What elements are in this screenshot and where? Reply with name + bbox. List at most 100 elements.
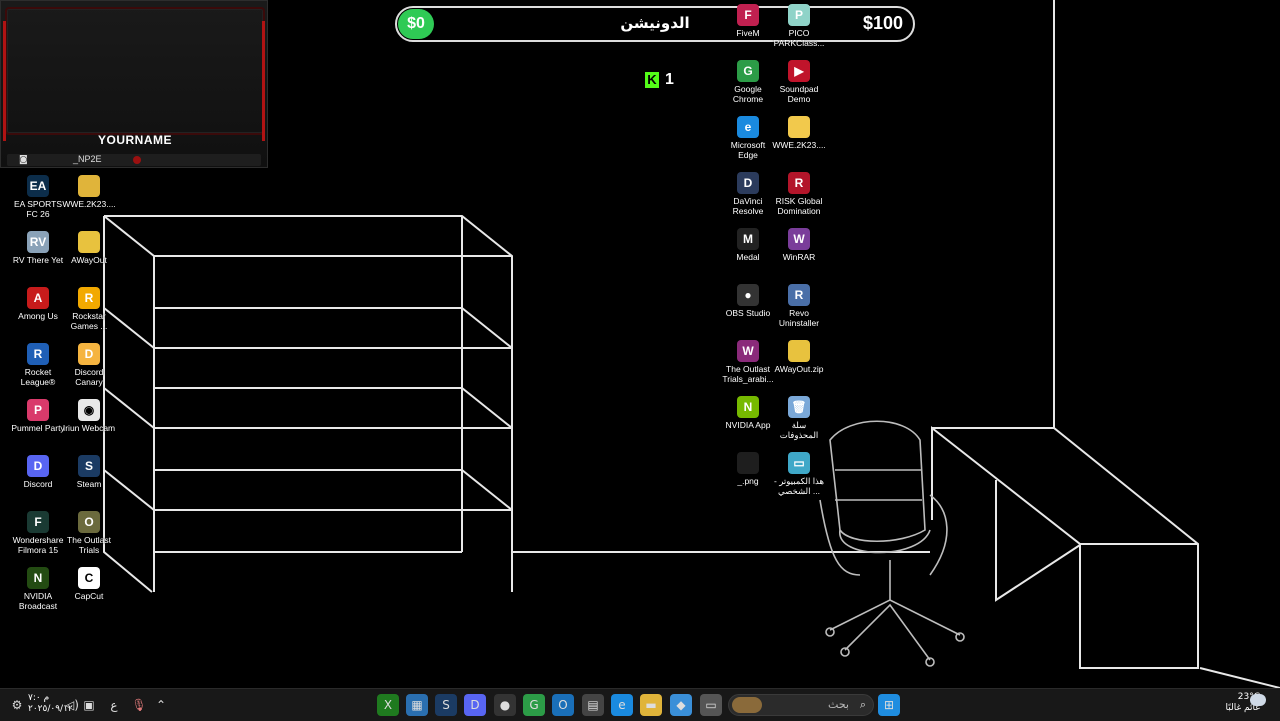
desktop-icon[interactable]: WWE.2K23.... [62, 175, 116, 209]
language-indicator[interactable]: ع [108, 695, 120, 715]
desktop-icon[interactable]: S Steam [62, 455, 116, 489]
kick-viewer-count: K1 [645, 71, 674, 89]
desktop-icon[interactable]: R Rockstar Games ... [62, 287, 116, 331]
taskbar-file-explorer-icon[interactable]: ▬ [640, 694, 662, 716]
taskbar-obs-icon[interactable]: ● [494, 694, 516, 716]
taskbar-copilot-icon[interactable]: ◆ [670, 694, 692, 716]
youtube-dot-icon [133, 156, 141, 164]
taskbar-outlook-icon[interactable]: O [552, 694, 574, 716]
desktop-icon[interactable]: AWayOut.zip [772, 340, 826, 374]
desktop-icon[interactable]: ▶ Soundpad Demo [772, 60, 826, 104]
microphone-icon[interactable]: 🎙 [131, 695, 146, 715]
app-icon: ● [737, 284, 759, 306]
app-icon: N [737, 396, 759, 418]
taskbar-xbox-icon[interactable]: X [377, 694, 399, 716]
stream-overlay: YOURNAME ◙ _NP2E [0, 0, 268, 168]
desktop-icon[interactable]: G Google Chrome [721, 60, 775, 104]
donation-goal: $100 [862, 13, 903, 33]
desktop-icon-label: RV There Yet [12, 255, 64, 265]
desktop-icon-label: EA SPORTS FC 26 [13, 199, 63, 219]
app-icon: EA [27, 175, 49, 197]
desktop-icon[interactable]: N NVIDIA App [721, 396, 775, 430]
desktop-icon-label: Pummel Party [11, 423, 65, 433]
desktop-icon[interactable]: C CapCut [62, 567, 116, 601]
app-icon: O [78, 511, 100, 533]
desktop-icon[interactable]: R Revo Uninstaller [772, 284, 826, 328]
desktop-icon-label: سلة المحذوفات [779, 420, 819, 440]
desktop-icon[interactable]: W WinRAR [772, 228, 826, 262]
donation-title: الدونيشن [620, 14, 690, 32]
desktop-icon[interactable]: N NVIDIA Broadcast [11, 567, 65, 611]
taskbar-edge-icon[interactable]: e [611, 694, 633, 716]
app-icon: ▶ [788, 60, 810, 82]
taskbar-task-view-icon[interactable]: ▭ [700, 694, 722, 716]
taskbar-photos-icon[interactable]: ▦ [406, 694, 428, 716]
taskbar-chrome-icon[interactable]: G [523, 694, 545, 716]
desktop-icon[interactable]: D Discord Canary [62, 343, 116, 387]
app-icon: D [27, 455, 49, 477]
desktop-icon-label: NVIDIA Broadcast [18, 591, 58, 611]
app-icon: R [27, 343, 49, 365]
desktop-icon[interactable]: _.png [721, 452, 775, 486]
desktop-icon[interactable]: F FiveM [721, 4, 775, 38]
desktop-icon-label: Google Chrome [732, 84, 764, 104]
network-icon[interactable]: ▣ [82, 695, 96, 715]
app-icon: ◉ [78, 399, 100, 421]
taskbar-store-icon[interactable]: ▤ [582, 694, 604, 716]
desktop-icon[interactable]: A Among Us [11, 287, 65, 321]
search-placeholder: بحث [828, 698, 849, 711]
kick-count: 1 [665, 71, 674, 88]
desktop-icon-label: Discord [23, 479, 53, 489]
app-icon: 🗑 [788, 396, 810, 418]
desktop-icon[interactable]: M Medal [721, 228, 775, 262]
desktop-icon[interactable]: ● OBS Studio [721, 284, 775, 318]
app-icon: S [78, 455, 100, 477]
desktop-icon[interactable]: P PICO PARKClass... [772, 4, 826, 48]
desktop-icon-label: WWE.2K23.... [772, 140, 826, 150]
app-icon: P [788, 4, 810, 26]
settings-gear-icon[interactable]: ⚙ [10, 695, 24, 715]
desktop-icon[interactable]: RV RV There Yet [11, 231, 65, 265]
desktop-icon[interactable]: F Wondershare Filmora 15 [11, 511, 65, 555]
donation-goal-bar: $0 الدونيشن $100 [395, 6, 915, 42]
desktop-icon[interactable]: O The Outlast Trials [62, 511, 116, 555]
app-icon: N [27, 567, 49, 589]
desktop-icon[interactable]: EA EA SPORTS FC 26 [11, 175, 65, 219]
desktop-icon-label: Rockstar Games ... [70, 311, 108, 331]
desktop-icon[interactable]: R RISK Global Domination [772, 172, 826, 216]
app-icon: A [27, 287, 49, 309]
taskbar-discord-icon[interactable]: D [464, 694, 486, 716]
taskbar: ⚙ م ۷:۰ ٢٠٢٥/٠٩/١٢ ◁) ▣ ع 🎙 ⌃ X ▦ S D ● … [0, 688, 1280, 721]
app-icon: ▭ [788, 452, 810, 474]
taskbar-search[interactable]: بحث ⌕ [728, 694, 874, 716]
desktop-icon[interactable]: D Discord [11, 455, 65, 489]
app-icon: R [788, 284, 810, 306]
show-hidden-icons-chevron-icon[interactable]: ⌃ [154, 695, 168, 715]
desktop-icon[interactable]: D DaVinci Resolve [721, 172, 775, 216]
desktop-icon-label: The Outlast Trials_arabi... [722, 364, 774, 384]
desktop-icon-label: Iriun Webcam [62, 423, 116, 433]
start-windows-icon[interactable]: ⊞ [878, 694, 900, 716]
desktop-icon[interactable]: P Pummel Party [11, 399, 65, 433]
taskbar-steam-icon[interactable]: S [435, 694, 457, 716]
app-icon: R [788, 172, 810, 194]
desktop-icon[interactable]: WWE.2K23.... [772, 116, 826, 150]
app-icon [737, 452, 759, 474]
discord-icon: ◙ [19, 155, 28, 165]
app-icon [78, 175, 100, 197]
desktop-icon[interactable]: W The Outlast Trials_arabi... [721, 340, 775, 384]
desktop-icon[interactable]: ▭ هذا الكمبيوتر - الشخصي ... [772, 452, 826, 496]
desktop-icon-label: Wondershare Filmora 15 [12, 535, 64, 555]
desktop-icon[interactable]: e Microsoft Edge [721, 116, 775, 160]
desktop-icon[interactable]: R Rocket League® [11, 343, 65, 387]
desktop-icon[interactable]: ◉ Iriun Webcam [62, 399, 116, 433]
desktop-icon[interactable]: AWayOut [62, 231, 116, 265]
overlay-accent-left [3, 21, 6, 141]
desktop-icon-label: OBS Studio [725, 308, 771, 318]
streamer-name: YOURNAME [97, 133, 172, 147]
overlay-accent-right [262, 21, 265, 141]
desktop-icon[interactable]: 🗑 سلة المحذوفات [772, 396, 826, 440]
volume-icon[interactable]: ◁) [64, 695, 80, 715]
desktop-icon-label: NVIDIA App [725, 420, 771, 430]
search-highlight-image [732, 697, 762, 713]
